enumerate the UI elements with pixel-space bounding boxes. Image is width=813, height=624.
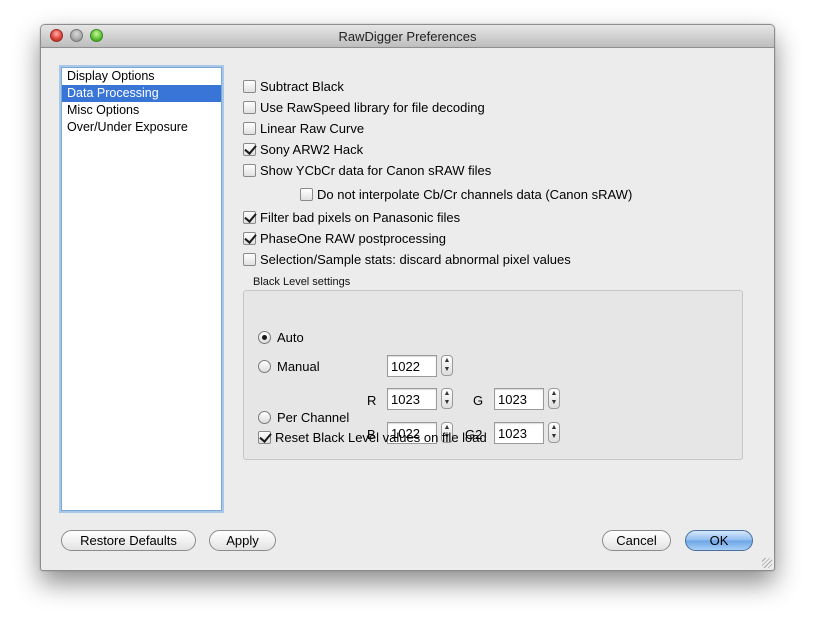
sidebar-item-misc-options[interactable]: Misc Options: [62, 102, 221, 119]
channel-g2-input[interactable]: [494, 422, 544, 444]
option-show-ycbcr[interactable]: Show YCbCr data for Canon sRAW files: [243, 163, 491, 179]
channel-r-stepper[interactable]: ▲ ▼: [441, 388, 453, 409]
option-label: Use RawSpeed library for file decoding: [260, 100, 485, 115]
option-no-interpolate-cbcr[interactable]: Do not interpolate Cb/Cr channels data (…: [300, 187, 632, 203]
title-bar[interactable]: RawDigger Preferences: [41, 25, 774, 48]
option-linear-raw-curve[interactable]: Linear Raw Curve: [243, 121, 364, 137]
channel-g-label: G: [473, 393, 484, 408]
manual-label: Manual: [277, 359, 320, 374]
option-label: Reset Black Level values on file load: [275, 430, 487, 445]
option-label: Sony ARW2 Hack: [260, 142, 364, 157]
stepper-up-icon[interactable]: ▲: [549, 389, 559, 398]
channel-r-label: R: [367, 393, 377, 408]
use-rawspeed-checkbox[interactable]: [243, 101, 256, 114]
stepper-up-icon[interactable]: ▲: [442, 356, 452, 365]
apply-button[interactable]: Apply: [209, 530, 276, 551]
per-channel-radio[interactable]: [258, 411, 271, 424]
black-level-per-channel-option[interactable]: Per Channel: [258, 410, 349, 426]
channel-g-stepper[interactable]: ▲ ▼: [548, 388, 560, 409]
linear-raw-curve-checkbox[interactable]: [243, 122, 256, 135]
manual-black-level-input[interactable]: [387, 355, 437, 377]
channel-g-input[interactable]: [494, 388, 544, 410]
filter-bad-pixels-checkbox[interactable]: [243, 211, 256, 224]
option-label: Show YCbCr data for Canon sRAW files: [260, 163, 492, 178]
phaseone-postprocessing-checkbox[interactable]: [243, 232, 256, 245]
option-phaseone-postprocessing[interactable]: PhaseOne RAW postprocessing: [243, 231, 446, 247]
window-title: RawDigger Preferences: [338, 29, 477, 44]
auto-radio[interactable]: [258, 331, 271, 344]
option-sony-arw2-hack[interactable]: Sony ARW2 Hack: [243, 142, 363, 158]
sidebar-item-data-processing[interactable]: Data Processing: [62, 85, 221, 102]
stepper-up-icon[interactable]: ▲: [442, 389, 452, 398]
black-level-auto-option[interactable]: Auto: [258, 330, 304, 346]
channel-r-input[interactable]: [387, 388, 437, 410]
black-level-manual-option[interactable]: Manual: [258, 359, 320, 375]
no-interpolate-cbcr-checkbox[interactable]: [300, 188, 313, 201]
sidebar-item-display-options[interactable]: Display Options: [62, 68, 221, 85]
reset-black-level-checkbox[interactable]: [258, 431, 271, 444]
preferences-window: RawDigger Preferences Display Options Da…: [40, 24, 775, 571]
auto-label: Auto: [277, 330, 304, 345]
option-filter-bad-pixels[interactable]: Filter bad pixels on Panasonic files: [243, 210, 460, 226]
show-ycbcr-checkbox[interactable]: [243, 164, 256, 177]
option-reset-black-level[interactable]: Reset Black Level values on file load: [258, 430, 487, 446]
stepper-down-icon[interactable]: ▼: [442, 365, 452, 374]
stepper-down-icon[interactable]: ▼: [549, 432, 559, 441]
discard-abnormal-pixels-checkbox[interactable]: [243, 253, 256, 266]
manual-black-level-stepper[interactable]: ▲ ▼: [441, 355, 453, 376]
manual-radio[interactable]: [258, 360, 271, 373]
option-label: PhaseOne RAW postprocessing: [260, 231, 446, 246]
cancel-button[interactable]: Cancel: [602, 530, 671, 551]
option-label: Selection/Sample stats: discard abnormal…: [260, 252, 571, 267]
sony-arw2-hack-checkbox[interactable]: [243, 143, 256, 156]
stepper-up-icon[interactable]: ▲: [549, 423, 559, 432]
option-label: Filter bad pixels on Panasonic files: [260, 210, 461, 225]
ok-button[interactable]: OK: [685, 530, 753, 551]
stepper-down-icon[interactable]: ▼: [442, 398, 452, 407]
option-label: Linear Raw Curve: [260, 121, 365, 136]
stepper-down-icon[interactable]: ▼: [549, 398, 559, 407]
option-subtract-black[interactable]: Subtract Black: [243, 79, 344, 95]
option-label: Do not interpolate Cb/Cr channels data (…: [317, 187, 633, 202]
option-discard-abnormal-pixels[interactable]: Selection/Sample stats: discard abnormal…: [243, 252, 571, 268]
resize-grip-icon[interactable]: [762, 558, 772, 568]
black-level-group-label: Black Level settings: [253, 276, 351, 288]
per-channel-label: Per Channel: [277, 410, 350, 425]
channel-g2-stepper[interactable]: ▲ ▼: [548, 422, 560, 443]
preferences-category-list[interactable]: Display Options Data Processing Misc Opt…: [61, 67, 222, 511]
restore-defaults-button[interactable]: Restore Defaults: [61, 530, 196, 551]
option-use-rawspeed[interactable]: Use RawSpeed library for file decoding: [243, 100, 485, 116]
sidebar-item-over-under-exposure[interactable]: Over/Under Exposure: [62, 119, 221, 136]
option-label: Subtract Black: [260, 79, 344, 94]
subtract-black-checkbox[interactable]: [243, 80, 256, 93]
